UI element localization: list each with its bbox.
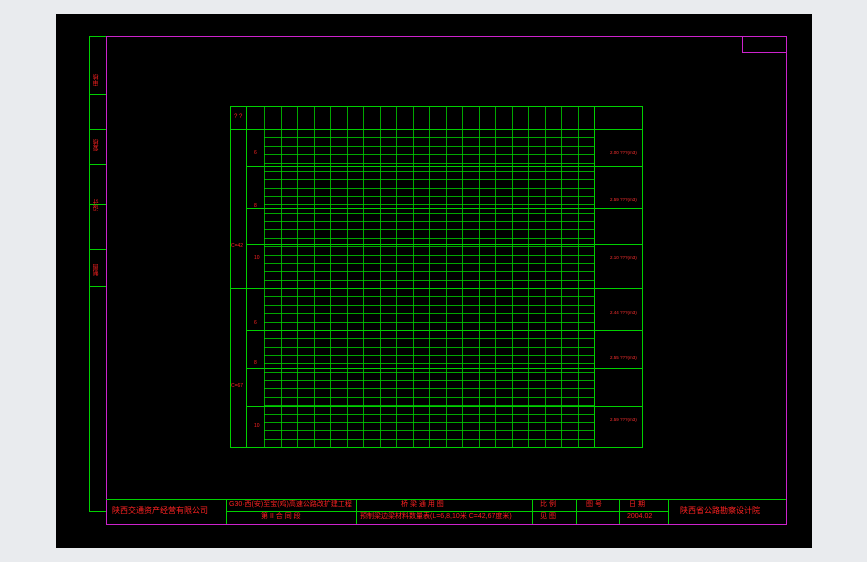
- span-divider: [246, 406, 643, 407]
- border-left: [106, 36, 107, 525]
- col-line: [363, 106, 364, 448]
- col-line: [511, 106, 513, 448]
- col-line: [445, 106, 447, 448]
- side-tab-recheck: 复核: [94, 139, 100, 151]
- drawing-title: 桥 梁 通 用 图: [401, 501, 444, 508]
- span-divider: [246, 166, 643, 167]
- span-divider: [246, 244, 643, 245]
- frame-line: [89, 36, 107, 37]
- titleblock-top: [106, 499, 786, 500]
- span-label: 6: [254, 320, 257, 326]
- col-line: [346, 106, 348, 448]
- frame-line: [89, 164, 107, 165]
- titleblock-mid: [226, 511, 668, 512]
- span-label: 10: [254, 423, 260, 429]
- col-line: [429, 106, 430, 448]
- material-table: ? ? C=42 C=67 6 8 10 6 8 10 2.00 ???(m3)…: [230, 106, 643, 448]
- border-right: [786, 36, 787, 525]
- side-note: 2.55 ???(m3): [610, 356, 637, 360]
- col-line: [544, 106, 546, 448]
- corner-box: [742, 52, 786, 53]
- span-label: 10: [254, 255, 260, 261]
- table-border: [230, 106, 231, 448]
- col-line: [462, 106, 463, 448]
- side-note: 2.59 ???(m3): [610, 418, 637, 422]
- span-divider: [246, 368, 643, 369]
- side-note: 2.10 ???(m3): [610, 256, 637, 260]
- frame-line: [89, 286, 107, 287]
- group-label-2: C=67: [231, 383, 244, 389]
- col-line: [412, 106, 414, 448]
- table-border: [642, 106, 643, 448]
- col-line: [379, 106, 381, 448]
- sheet-label: 图 号: [586, 501, 602, 508]
- frame-line: [89, 129, 107, 130]
- project-line1: G30·西(安)至宝(鸡)高速公路改扩建工程: [229, 501, 352, 508]
- col-line: [313, 106, 315, 448]
- span-divider: [246, 208, 643, 209]
- span-label: 8: [254, 360, 257, 366]
- designer-name: 陕西省公路勘察设计院: [680, 506, 760, 515]
- corner-box: [742, 36, 743, 52]
- col-line: [297, 106, 298, 448]
- frame-line: [89, 36, 90, 511]
- col-line: [330, 106, 331, 448]
- border-top: [106, 36, 786, 37]
- project-line2: 第 II 合 同 段: [261, 513, 301, 520]
- col-line: [264, 106, 265, 448]
- group-label-1: C=42: [231, 243, 244, 249]
- titleblock-div: [668, 499, 669, 524]
- span-divider: [246, 330, 643, 331]
- company-name: 陕西交通资产经营有限公司: [112, 506, 208, 515]
- span-label: 6: [254, 150, 257, 156]
- col-line: [577, 106, 579, 448]
- corner-label: ? ?: [234, 114, 243, 120]
- side-tab-review: 审核: [94, 74, 100, 86]
- date-label: 日 期: [629, 501, 645, 508]
- col-line: [528, 106, 529, 448]
- col-line: [280, 106, 282, 448]
- col-divider: [246, 106, 247, 448]
- side-note: 2.59 ???(m3): [610, 198, 637, 202]
- frame-line: [89, 249, 107, 250]
- side-note: 2.44 ???(m3): [610, 311, 637, 315]
- side-note: 2.00 ???(m3): [610, 151, 637, 155]
- scale-value: 见 图: [540, 513, 556, 520]
- border-bottom: [106, 524, 786, 525]
- table-border: [230, 447, 643, 448]
- side-tab-design: 设计: [94, 199, 100, 211]
- col-line: [396, 106, 397, 448]
- col-line: [478, 106, 480, 448]
- frame-line: [89, 94, 107, 95]
- header-divider: [230, 129, 643, 130]
- col-line: [495, 106, 496, 448]
- table-border: [230, 106, 643, 107]
- drawing-viewport[interactable]: 审核 复核 设计 制图 ? ? C=42 C=67 6 8 10 6 8 10 …: [56, 14, 812, 548]
- col-divider: [594, 106, 595, 448]
- frame-line: [89, 511, 107, 512]
- date-value: 2004.02: [627, 513, 653, 520]
- col-line: [561, 106, 562, 448]
- drawing-subtitle: 预制梁边梁材料数量表(L=6,8,10米 C=42,67度米): [360, 513, 512, 520]
- side-tab-draw: 制图: [94, 264, 100, 276]
- scale-label: 比 例: [540, 501, 556, 508]
